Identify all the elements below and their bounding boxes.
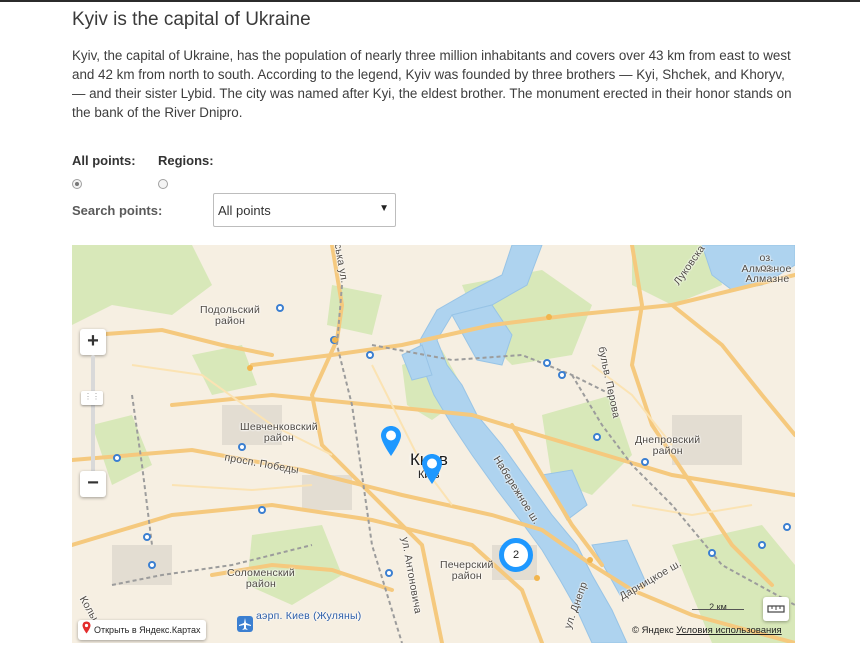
map-scale-label: 2 км bbox=[709, 602, 727, 612]
all-points-label: All points: bbox=[72, 153, 136, 168]
map-pin-icon bbox=[82, 621, 91, 641]
search-points-label: Search points: bbox=[72, 203, 163, 218]
zoom-slider-track[interactable] bbox=[91, 355, 95, 473]
regions-radio[interactable] bbox=[158, 179, 168, 189]
open-in-yandex-label: Открыть в Яндекс.Картах bbox=[94, 625, 201, 635]
dropdown-arrow-icon: ▼ bbox=[379, 203, 389, 214]
zoom-in-button[interactable]: + bbox=[80, 329, 106, 355]
top-rule bbox=[0, 0, 860, 2]
zoom-out-button[interactable]: − bbox=[80, 471, 106, 497]
district-label-dniprovsky: Днепровский район bbox=[635, 434, 701, 457]
search-points-select[interactable]: All points ▼ bbox=[213, 193, 396, 227]
placemark-cluster[interactable]: 2 bbox=[499, 538, 533, 572]
regions-label: Regions: bbox=[158, 153, 214, 168]
placemark-pin-icon bbox=[381, 426, 401, 456]
all-points-radio[interactable] bbox=[72, 179, 82, 189]
page-title: Kyiv is the capital of Ukraine bbox=[72, 9, 311, 30]
district-label-shevchenkovsky: Шевченковский район bbox=[240, 421, 318, 444]
airport-label: аэрп. Киев (Жуляны) bbox=[256, 610, 362, 622]
district-label-pechersky: Печерский район bbox=[440, 559, 494, 582]
airport-icon bbox=[237, 616, 253, 632]
search-points-select-value: All points bbox=[218, 203, 271, 218]
intro-paragraph: Kyiv, the capital of Ukraine, has the po… bbox=[72, 48, 792, 120]
placemark-pin-icon bbox=[422, 454, 442, 484]
map-placemark-pin[interactable] bbox=[421, 453, 443, 490]
map-scale: 2 км bbox=[692, 602, 744, 616]
terms-of-use-link[interactable]: Условия использования bbox=[676, 625, 781, 636]
open-in-yandex-button[interactable]: Открыть в Яндекс.Картах bbox=[78, 620, 207, 641]
ruler-icon bbox=[767, 605, 785, 613]
map-copyright: © Яндекс Условия использования bbox=[632, 625, 782, 636]
zoom-slider-handle[interactable]: ⋮⋮ bbox=[81, 391, 103, 405]
map-view[interactable]: Подольский район Шевченковский район Днепр… bbox=[72, 245, 795, 643]
map-placemark-pin[interactable] bbox=[380, 425, 402, 462]
copyright-text: © Яндекс bbox=[632, 625, 674, 636]
district-label-solomensky: Соломенский район bbox=[227, 567, 295, 590]
lake-label-almazne-ua: оз. Алмазне bbox=[745, 262, 790, 285]
district-label-podolsky: Подольский район bbox=[200, 304, 261, 327]
ruler-button[interactable] bbox=[763, 597, 789, 621]
